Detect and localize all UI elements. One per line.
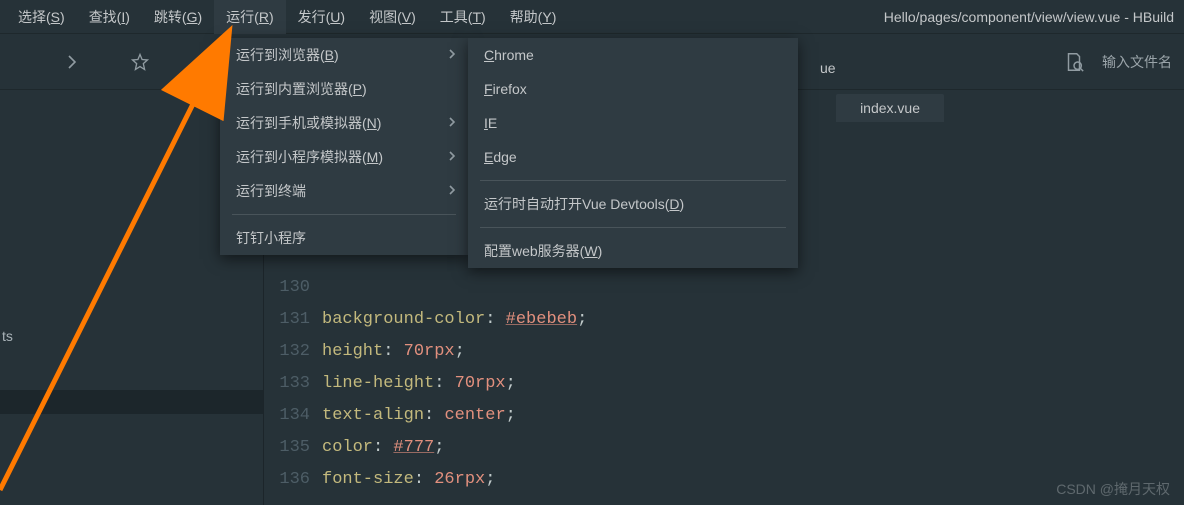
line-number: 133 — [264, 368, 322, 400]
chevron-right-icon — [446, 183, 458, 199]
menu-publish[interactable]: 发行(U) — [286, 0, 357, 34]
code-line: height: 70rpx; — [322, 336, 1184, 368]
menu-help[interactable]: 帮助(Y) — [498, 0, 569, 34]
menu-goto[interactable]: 跳转(G) — [142, 0, 214, 34]
menu-run[interactable]: 运行(R) — [214, 0, 285, 34]
line-number: 131 — [264, 304, 322, 336]
menubar: 选择(S) 查找(I) 跳转(G) 运行(R) 发行(U) 视图(V) 工具(T… — [0, 0, 1184, 34]
dd-firefox[interactable]: Firefox — [468, 72, 798, 106]
separator — [480, 227, 786, 228]
line-number: 130 — [264, 272, 322, 304]
dd-ie[interactable]: IE — [468, 106, 798, 140]
star-icon[interactable] — [126, 48, 154, 76]
separator — [480, 180, 786, 181]
chevron-right-icon — [446, 149, 458, 165]
file-search-icon[interactable] — [1060, 48, 1088, 76]
sidebar-partial-text: ts — [0, 326, 15, 346]
line-number: 134 — [264, 400, 322, 432]
separator — [232, 214, 456, 215]
dd-chrome[interactable]: Chrome — [468, 38, 798, 72]
menu-find[interactable]: 查找(I) — [77, 0, 142, 34]
code-line: text-align: center; — [322, 400, 1184, 432]
forward-icon[interactable] — [58, 48, 86, 76]
window-title: Hello/pages/component/view/view.vue - HB… — [884, 9, 1178, 25]
menu-view[interactable]: 视图(V) — [357, 0, 428, 34]
dd-config-webserver[interactable]: 配置web服务器(W) — [468, 234, 798, 268]
dd-run-miniprogram[interactable]: 运行到小程序模拟器(M) — [220, 140, 468, 174]
code-line: background-color: #ebebeb; — [322, 304, 1184, 336]
code-line — [322, 272, 1184, 304]
sidebar-selection — [0, 390, 263, 414]
chevron-right-icon — [446, 47, 458, 63]
dd-run-phone[interactable]: 运行到手机或模拟器(N) — [220, 106, 468, 140]
dd-vue-devtools[interactable]: 运行时自动打开Vue Devtools(D) — [468, 187, 798, 221]
partial-tab-text: ue — [820, 60, 836, 76]
browser-submenu: Chrome Firefox IE Edge 运行时自动打开Vue Devtoo… — [468, 38, 798, 268]
dd-run-internal-browser[interactable]: 运行到内置浏览器(P) — [220, 72, 468, 106]
menu-tools[interactable]: 工具(T) — [428, 0, 498, 34]
watermark: CSDN @掩月天权 — [1056, 479, 1170, 499]
code-line: font-size: 26rpx; — [322, 464, 1184, 496]
run-dropdown: 运行到浏览器(B) 运行到内置浏览器(P) 运行到手机或模拟器(N) 运行到小程… — [220, 38, 468, 255]
tab-index-vue[interactable]: index.vue — [836, 94, 944, 122]
line-number: 135 — [264, 432, 322, 464]
dd-run-browser[interactable]: 运行到浏览器(B) — [220, 38, 468, 72]
dd-run-terminal[interactable]: 运行到终端 — [220, 174, 468, 208]
search-placeholder[interactable]: 输入文件名 — [1102, 52, 1172, 72]
tab-label: index.vue — [860, 100, 920, 116]
chevron-right-icon — [446, 115, 458, 131]
line-number: 132 — [264, 336, 322, 368]
dd-dingding[interactable]: 钉钉小程序 — [220, 221, 468, 255]
code-line: line-height: 70rpx; — [322, 368, 1184, 400]
menu-select[interactable]: 选择(S) — [6, 0, 77, 34]
dd-edge[interactable]: Edge — [468, 140, 798, 174]
line-number: 136 — [264, 464, 322, 496]
code-line: color: #777; — [322, 432, 1184, 464]
